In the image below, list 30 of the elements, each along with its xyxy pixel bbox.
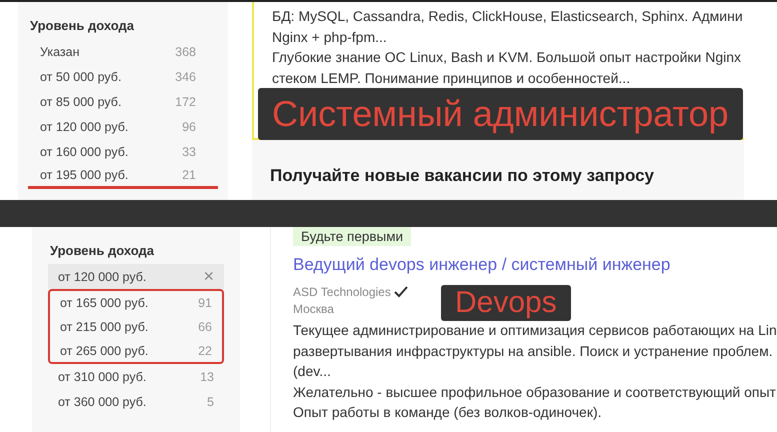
filter-item[interactable]: от 215 000 руб. 66	[48, 314, 224, 339]
snippet-text: Глубокие знание ОС Linux, Bash и KVM. Большой опыт настройки Nginx	[272, 48, 742, 67]
description-text: Опыт работы в команде (без волков-одиночек).	[293, 403, 602, 422]
company-name[interactable]: ASD Technologies	[293, 285, 391, 299]
description-text: Желательно - высшее профильное образование и соответствующий опыт	[293, 382, 776, 402]
filter-item[interactable]: от 50 000 руб. 346	[30, 64, 216, 89]
filter-item[interactable]: от 120 000 руб. 96	[30, 114, 216, 139]
caption-banner: Devops	[441, 285, 571, 321]
filter-item[interactable]: от 85 000 руб. 172	[30, 89, 216, 114]
filter-item[interactable]: от 360 000 руб. 5	[48, 389, 224, 414]
snippet-text: стеком LEMP. Понимание принципов и особенностей...	[272, 68, 632, 88]
caption-banner: Системный администратор	[258, 88, 743, 140]
subscribe-heading: Получайте новые вакансии по этому запросу	[270, 166, 656, 186]
filter-item[interactable]: от 195 000 руб. 21	[28, 164, 218, 189]
filter-title: Уровень дохода	[50, 243, 156, 258]
description-text: Текущее администрирование и оптимизация сервисов работающих на Lin	[293, 321, 777, 340]
description-text: (dev...	[293, 362, 331, 381]
filter-item[interactable]: от 165 000 руб. 91	[48, 289, 224, 314]
vacancy-title-link[interactable]: Ведущий devops инженер / системный инженер	[293, 255, 670, 275]
filter-title: Уровень дохода	[30, 18, 136, 33]
selected-filter[interactable]: от 120 000 руб. ×	[48, 264, 224, 289]
filter-item[interactable]: от 265 000 руб. 22	[48, 339, 224, 364]
snippet-text: Nginx + php-fpm...	[272, 28, 388, 47]
city-text: Москва	[293, 302, 334, 316]
filter-item[interactable]: от 310 000 руб. 13	[48, 364, 224, 389]
filter-item[interactable]: Указан 368	[30, 39, 216, 64]
description-text: развертывания инфраструктуры на ansible. Поиск и устранение проблем.	[293, 342, 773, 361]
badge: Будьте первыми	[293, 227, 412, 246]
filter-item[interactable]: от 160 000 руб. 33	[30, 139, 216, 164]
snippet-text: БД: MySQL, Cassandra, Redis, ClickHouse, Elasticsearch, Sphinx. Админи	[272, 7, 744, 26]
